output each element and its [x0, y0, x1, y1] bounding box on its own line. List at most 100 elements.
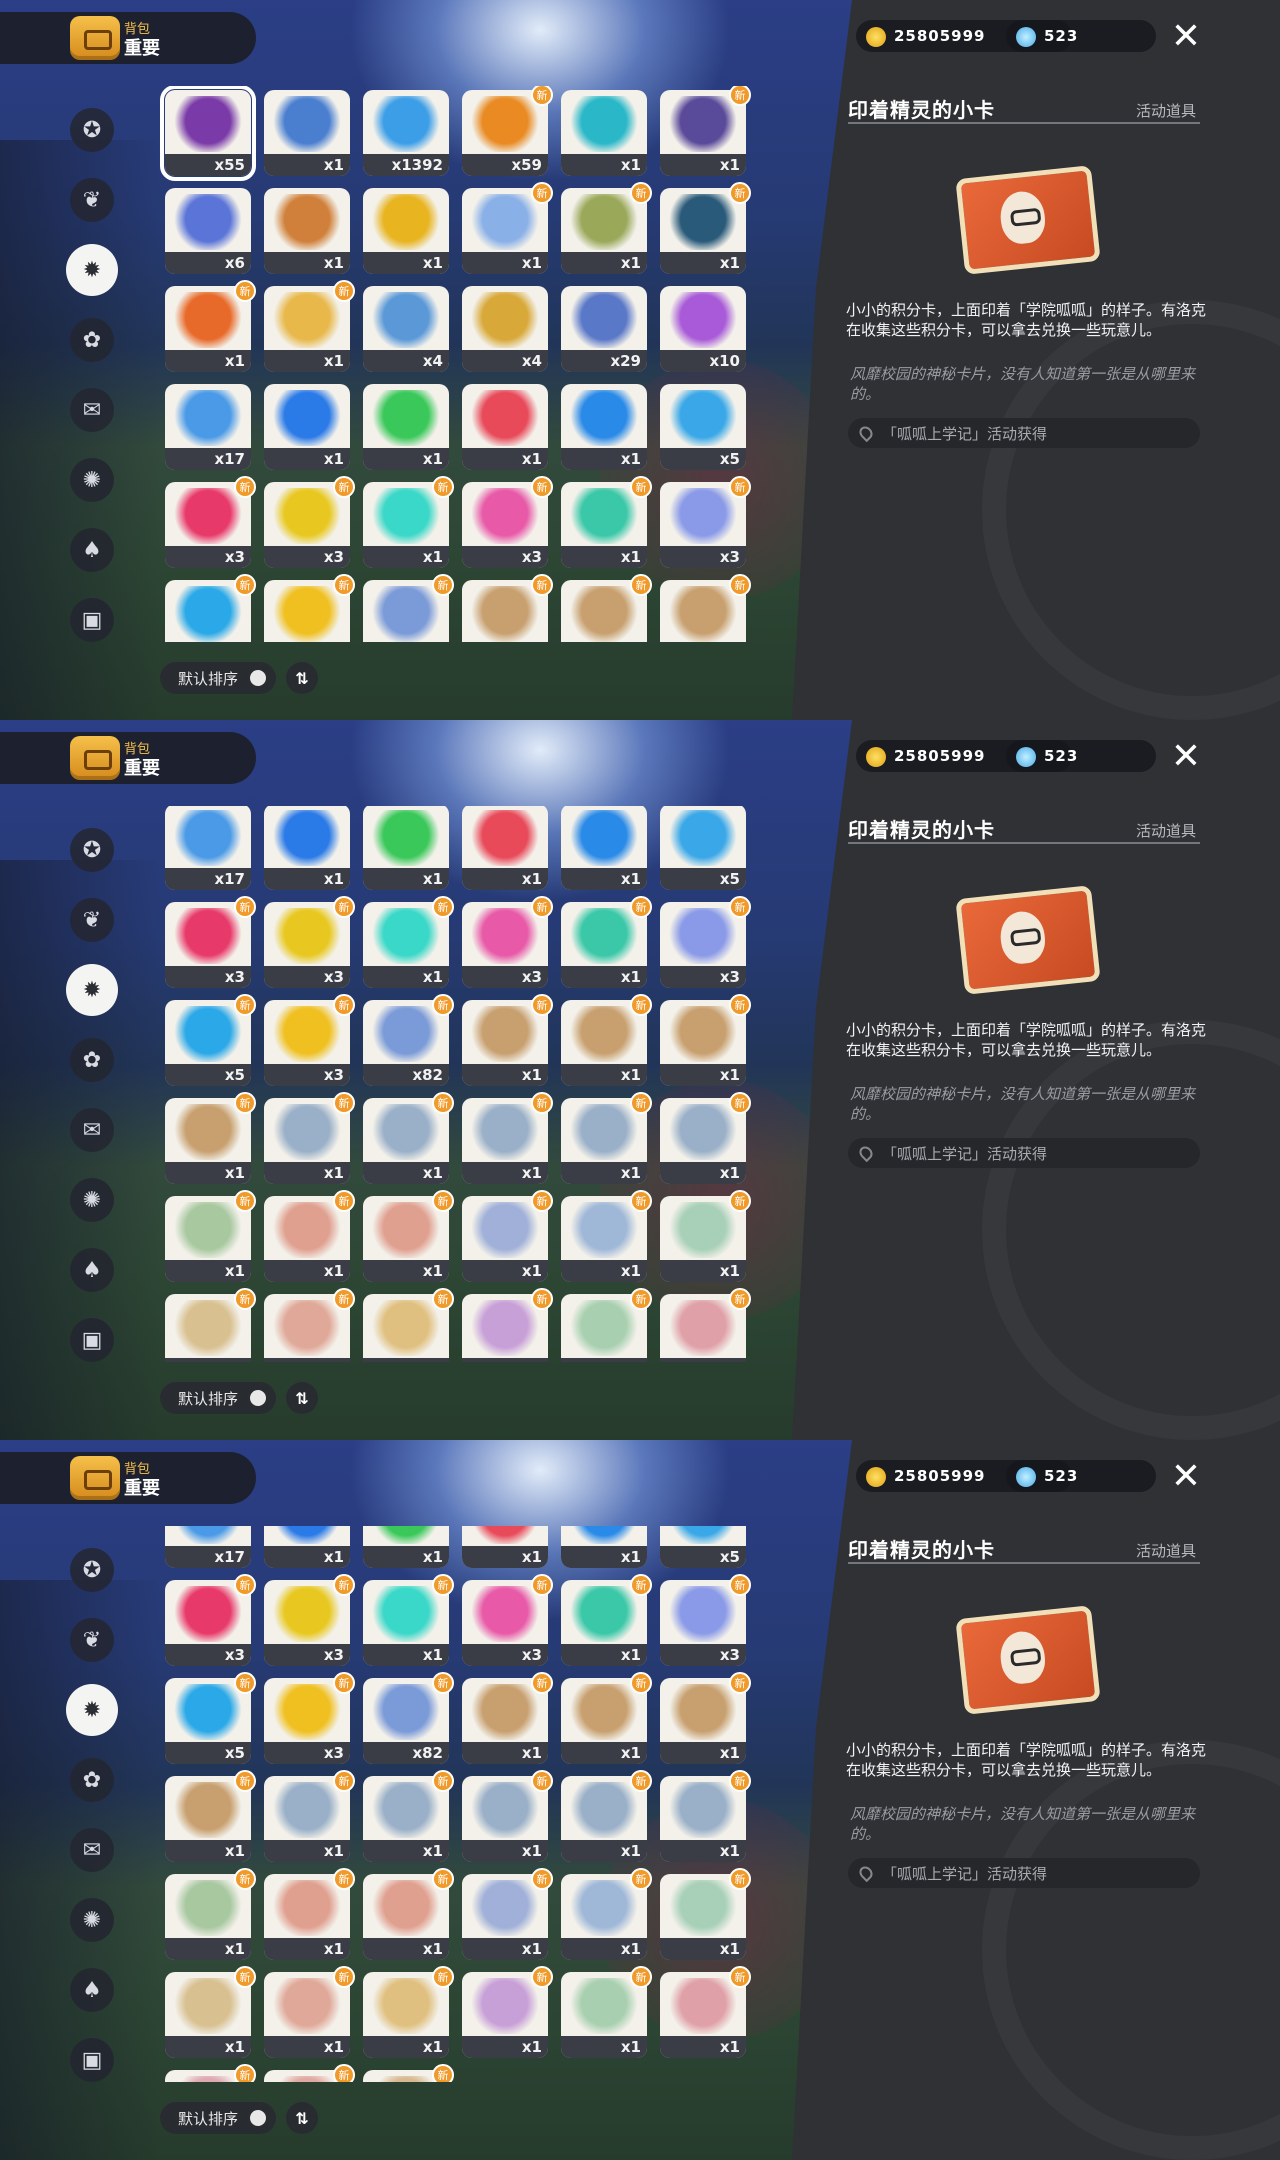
item-slot[interactable]: x82新 — [363, 1672, 454, 1764]
item-slot[interactable]: x1新 — [264, 1770, 355, 1862]
close-icon[interactable]: ✕ — [1166, 16, 1206, 57]
item-slot[interactable]: x17 — [165, 806, 251, 890]
item-slot[interactable]: x1新 — [264, 1092, 355, 1184]
item-slot[interactable]: x1新 — [363, 1288, 454, 1362]
item-slot[interactable]: x1新 — [462, 994, 553, 1086]
item-slot[interactable]: x1 — [363, 1526, 449, 1568]
item-slot[interactable]: x1 — [363, 806, 449, 890]
scroll-icon[interactable]: ✉ — [70, 388, 114, 432]
item-slot[interactable]: x17 — [165, 384, 251, 470]
sparkle-badge-icon[interactable]: ✹ — [66, 964, 118, 1016]
star-circle-icon[interactable]: ✪ — [70, 108, 114, 152]
item-slot[interactable]: x5新 — [165, 994, 256, 1086]
item-slot[interactable]: x1新 — [264, 1966, 355, 2058]
item-slot[interactable]: x1新 — [462, 574, 553, 642]
item-slot[interactable]: x10 — [660, 286, 746, 372]
item-slot[interactable]: x1新 — [462, 1190, 553, 1282]
item-slot[interactable]: x1新 — [264, 280, 355, 372]
item-slot[interactable]: x1 — [264, 90, 350, 176]
dots-ball-icon[interactable]: ✺ — [70, 1898, 114, 1942]
item-slot[interactable]: x1 — [264, 188, 350, 274]
scroll-icon[interactable]: ✉ — [70, 1828, 114, 1872]
acorn-icon[interactable]: ♠ — [70, 528, 114, 572]
item-slot[interactable]: x1新 — [660, 1190, 751, 1282]
item-slot[interactable]: x1新 — [462, 182, 553, 274]
item-slot[interactable]: x1新 — [264, 2064, 355, 2082]
item-slot[interactable]: x1 — [264, 806, 350, 890]
sort-order-toggle[interactable]: ⇅ — [286, 662, 318, 694]
item-slot[interactable]: x3 新 — [660, 896, 751, 988]
item-slot[interactable]: x5新 — [165, 574, 256, 642]
item-slot[interactable]: x1新 — [264, 1868, 355, 1960]
item-slot[interactable]: x1新 — [561, 1092, 652, 1184]
item-slot[interactable]: x1新 — [165, 1966, 256, 2058]
item-slot[interactable]: x1新 — [660, 1868, 751, 1960]
sort-order-toggle[interactable]: ⇅ — [286, 1382, 318, 1414]
item-slot[interactable]: x6 — [165, 188, 251, 274]
sort-button[interactable]: 默认排序 — [160, 1382, 276, 1414]
item-slot[interactable]: x3 新 — [165, 1574, 256, 1666]
item-slot[interactable]: x1新 — [660, 1092, 751, 1184]
sparkle-badge-icon[interactable]: ✹ — [66, 244, 118, 296]
item-slot[interactable]: x1新 — [462, 1868, 553, 1960]
item-slot[interactable]: x3 新 — [264, 1672, 355, 1764]
item-slot[interactable]: x1新 — [561, 1288, 652, 1362]
item-slot[interactable]: x1新 — [660, 1288, 751, 1362]
item-slot[interactable]: x59 新 — [462, 86, 553, 176]
item-slot[interactable]: x1新 — [363, 1966, 454, 2058]
item-slot[interactable]: x1 — [462, 1526, 548, 1568]
leaf-icon[interactable]: ❦ — [70, 1618, 114, 1662]
item-slot[interactable]: x1新 — [165, 1190, 256, 1282]
item-slot[interactable]: x1新 — [264, 1190, 355, 1282]
item-slot[interactable]: x1新 — [660, 182, 751, 274]
item-slot[interactable]: x1新 — [561, 1672, 652, 1764]
item-slot[interactable]: x1新 — [660, 86, 751, 176]
item-slot[interactable]: x1新 — [660, 574, 751, 642]
item-slot[interactable]: x1 — [561, 90, 647, 176]
item-slot[interactable]: x1新 — [264, 1288, 355, 1362]
acorn-icon[interactable]: ♠ — [70, 1968, 114, 2012]
item-slot[interactable]: x1新 — [462, 1092, 553, 1184]
item-slot[interactable]: x1新 — [561, 1966, 652, 2058]
item-slot[interactable]: x1新 — [165, 1770, 256, 1862]
acorn-icon[interactable]: ♠ — [70, 1248, 114, 1292]
item-slot[interactable]: x3 新 — [264, 476, 355, 568]
clover-icon[interactable]: ✿ — [70, 1758, 114, 1802]
item-slot[interactable]: x5新 — [165, 1672, 256, 1764]
item-slot[interactable]: x1新 — [561, 1868, 652, 1960]
chest-icon[interactable]: ▣ — [70, 1318, 114, 1362]
close-icon[interactable]: ✕ — [1166, 736, 1206, 777]
item-slot[interactable]: x3 新 — [264, 994, 355, 1086]
item-slot[interactable]: x1新 — [165, 280, 256, 372]
sort-button[interactable]: 默认排序 — [160, 2102, 276, 2134]
sort-button[interactable]: 默认排序 — [160, 662, 276, 694]
item-slot[interactable]: x1新 — [660, 1672, 751, 1764]
clover-icon[interactable]: ✿ — [70, 318, 114, 362]
item-slot[interactable]: x1 — [462, 806, 548, 890]
item-slot[interactable]: x1新 — [561, 182, 652, 274]
sort-order-toggle[interactable]: ⇅ — [286, 2102, 318, 2134]
item-slot[interactable]: x3 新 — [264, 1574, 355, 1666]
item-slot[interactable]: x3 新 — [660, 1574, 751, 1666]
item-slot[interactable]: x1新 — [165, 1868, 256, 1960]
item-slot[interactable]: x1新 — [660, 994, 751, 1086]
clover-icon[interactable]: ✿ — [70, 1038, 114, 1082]
item-slot[interactable]: x1新 — [165, 2064, 256, 2082]
item-slot[interactable]: x5 — [660, 384, 746, 470]
item-slot[interactable]: x3 新 — [264, 896, 355, 988]
item-slot[interactable]: x1新 — [561, 1574, 652, 1666]
star-circle-icon[interactable]: ✪ — [70, 1548, 114, 1592]
dots-ball-icon[interactable]: ✺ — [70, 458, 114, 502]
item-slot[interactable]: x1新 — [363, 1190, 454, 1282]
item-slot[interactable]: x29 — [561, 286, 647, 372]
item-slot[interactable]: x1新 — [561, 1770, 652, 1862]
item-slot[interactable]: x1新 — [165, 1092, 256, 1184]
item-slot[interactable]: x1 — [264, 384, 350, 470]
leaf-icon[interactable]: ❦ — [70, 178, 114, 222]
item-slot[interactable]: x82新 — [363, 574, 454, 642]
item-slot[interactable]: x1新 — [363, 1868, 454, 1960]
item-slot[interactable]: x1新 — [561, 574, 652, 642]
item-slot[interactable]: x4 — [363, 286, 449, 372]
item-slot[interactable]: x1新 — [561, 896, 652, 988]
close-icon[interactable]: ✕ — [1166, 1456, 1206, 1497]
